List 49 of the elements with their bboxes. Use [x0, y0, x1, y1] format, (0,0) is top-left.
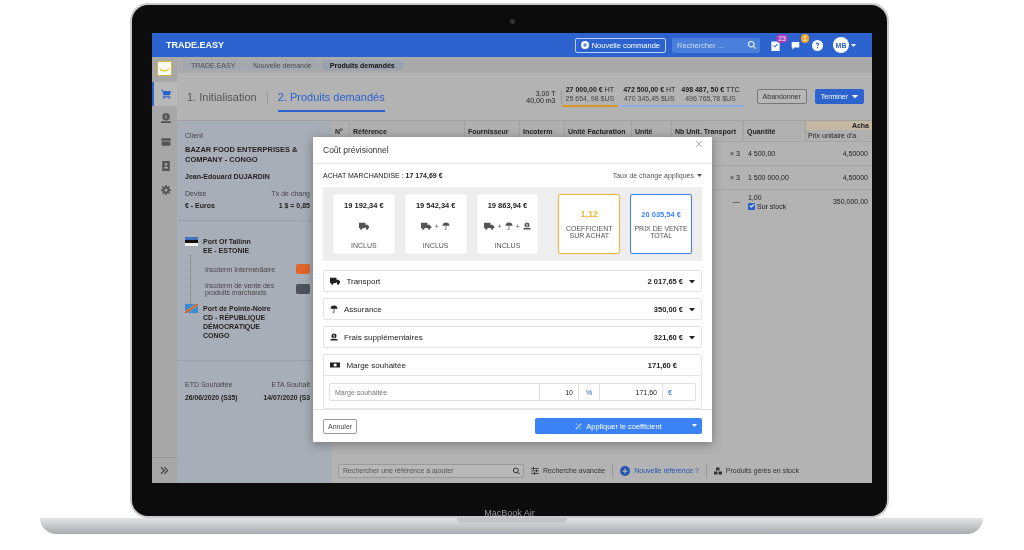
- sidebar-item[interactable]: [152, 82, 177, 106]
- help-icon: [812, 39, 823, 51]
- boxes-icon: [713, 466, 722, 475]
- caret-icon: [852, 94, 858, 99]
- coin-icon: [160, 113, 171, 123]
- chat-bubble-icon: [791, 39, 802, 51]
- brand-name: TRADE.EASY: [166, 40, 225, 50]
- step-tab[interactable]: 1. Initialisation: [187, 81, 257, 112]
- money-bag-icon: [330, 333, 338, 342]
- close-button[interactable]: [696, 141, 702, 147]
- section-title: Assurance: [344, 304, 382, 314]
- umbrella-icon: [441, 222, 450, 231]
- clipboard-check-icon: [770, 39, 781, 51]
- caret-icon: [697, 174, 702, 177]
- caret-icon: [689, 335, 695, 340]
- double-chevron-icon: [160, 466, 169, 475]
- checkbox[interactable]: [748, 202, 755, 210]
- logo-icon: [157, 61, 172, 76]
- search-icon: [748, 41, 756, 49]
- dialog-title: Coût prévisionnel: [323, 144, 389, 155]
- truck-icon: [330, 277, 341, 286]
- cart-icon: [160, 89, 171, 99]
- section-title: Marge souhaitée: [346, 360, 406, 370]
- model-label: MacBook Air: [484, 508, 535, 518]
- flag-icon: [185, 237, 198, 246]
- camera-dot: [510, 19, 515, 24]
- caret-icon: [692, 424, 697, 428]
- caret-icon: [689, 307, 695, 312]
- card-value: 1,12: [580, 209, 599, 220]
- truck-icon: [421, 222, 432, 231]
- section-title: Frais supplémentaires: [344, 332, 423, 342]
- sliders-icon: [531, 466, 539, 475]
- store-icon: [160, 137, 171, 147]
- search-icon: [513, 467, 520, 474]
- flag-icon: [185, 304, 198, 313]
- section-title: Transport: [346, 276, 381, 286]
- contact-card-icon: [160, 161, 171, 171]
- money-bag-icon: [522, 222, 531, 231]
- caret-icon: [689, 279, 695, 284]
- banknote-icon: [330, 361, 341, 370]
- umbrella-icon: [330, 305, 338, 314]
- checkmark-icon: [748, 203, 755, 209]
- umbrella-icon: [504, 222, 513, 231]
- magic-wand-icon: [575, 422, 583, 430]
- truck-icon: [358, 222, 370, 231]
- caret-icon: [851, 43, 856, 47]
- truck-icon: [484, 222, 495, 231]
- settings-icon: [160, 185, 171, 195]
- close-icon: [696, 141, 702, 147]
